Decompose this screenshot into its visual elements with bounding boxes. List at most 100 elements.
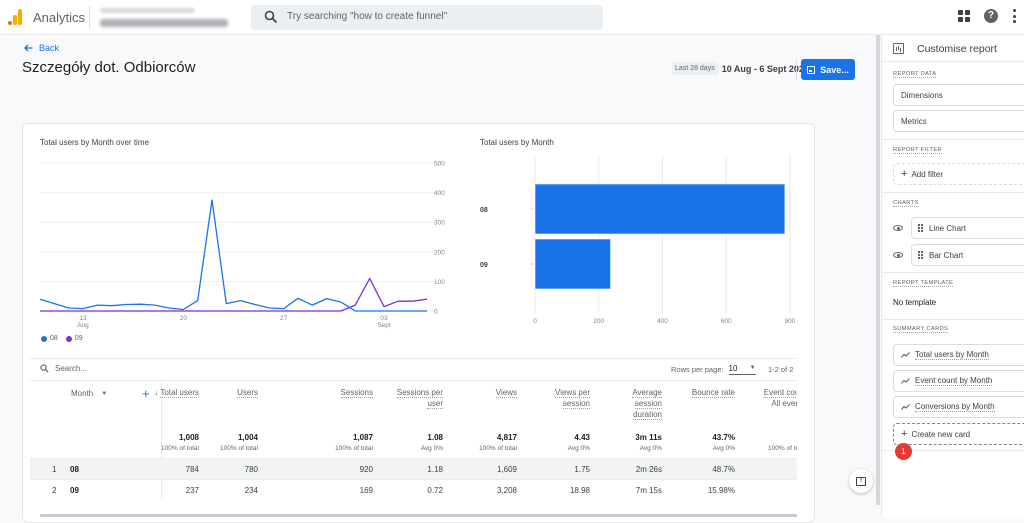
y-tick-label: 500 — [434, 161, 445, 168]
y-tick-label: 100 — [434, 279, 445, 286]
column-header-label: Sessions per user — [397, 388, 443, 409]
column-header-label: Users — [237, 388, 258, 398]
column-header[interactable]: ↓ Total users — [129, 387, 199, 398]
y-category-label: 09 — [480, 262, 488, 269]
section-label-summary-cards: SUMMARY CARDS — [893, 326, 948, 333]
column-header[interactable]: Views — [457, 387, 517, 398]
y-category-label: 08 — [480, 207, 488, 214]
table-search-placeholder: Search... — [55, 364, 87, 373]
table-cell: 3,208 — [457, 486, 517, 495]
chart-item-bar: Bar Chart — [893, 244, 1024, 266]
data-table: Month▼ + ↓ Total usersUsersSessionsSessi… — [30, 381, 797, 499]
dimensions-button[interactable]: Dimensions — [893, 84, 1024, 106]
legend-label: 09 — [75, 335, 83, 342]
x-tick-sublabel: Aug — [77, 322, 89, 329]
summary-card-label: Event count by Month — [915, 376, 992, 386]
search-icon — [40, 364, 49, 373]
create-card-label: Create new card — [911, 430, 970, 439]
x-tick-label: 200 — [593, 318, 604, 325]
column-header-sublabel: All events — [771, 399, 797, 408]
row-index: 1 — [52, 465, 56, 474]
template-value[interactable]: No template — [893, 298, 936, 307]
bar-09 — [535, 239, 611, 289]
summary-card-label: Total users by Month — [915, 350, 989, 360]
step-badge: 1 — [895, 443, 912, 460]
column-total-sub: 100% of total — [746, 445, 797, 452]
y-tick-label: 400 — [434, 190, 445, 197]
legend-label: 08 — [50, 335, 58, 342]
table-cell: 18.98 — [530, 486, 590, 495]
summary-card-total-users[interactable]: Total users by Month — [893, 344, 1024, 366]
vertical-scrollbar[interactable] — [876, 35, 880, 505]
customise-report-icon — [893, 43, 904, 54]
dimension-header-month[interactable]: Month▼ — [71, 389, 107, 398]
chart-item-bar-handle[interactable]: Bar Chart — [911, 244, 1024, 266]
dimensions-label: Dimensions — [901, 91, 943, 100]
column-header[interactable]: Event countAll events — [756, 387, 797, 409]
column-header-label: Sessions — [341, 388, 373, 398]
table-cell: 780 — [198, 465, 258, 474]
table-row[interactable]: 1 08 7847809201.181,6091.752m 26s48.7% — [30, 458, 797, 479]
add-filter-button[interactable]: +Add filter — [893, 163, 1024, 185]
divider — [30, 358, 797, 359]
divider — [882, 272, 1024, 273]
x-tick-label: 400 — [657, 318, 668, 325]
drag-handle-icon — [918, 224, 923, 232]
column-total: 1.08 — [383, 433, 443, 442]
panel-header: Customise report — [882, 35, 1024, 62]
visibility-eye-icon[interactable] — [893, 225, 903, 231]
column-header-label: Total users — [160, 388, 199, 398]
legend-dot — [41, 336, 47, 342]
rows-per-page-label: Rows per page: — [671, 365, 724, 374]
column-header-label: Views per session — [555, 388, 590, 409]
table-cell: 234 — [198, 486, 258, 495]
column-total-sub: 100% of total — [139, 445, 199, 452]
x-tick-label: 03 — [380, 315, 388, 322]
column-header[interactable]: Views per session — [538, 387, 590, 409]
table-row[interactable]: 2 09 2372341690.723,20818.987m 15s15.98% — [30, 479, 797, 499]
legend-item-08[interactable]: 08 — [41, 335, 58, 342]
line-chart-legend: 08 09 — [41, 335, 83, 342]
rows-per-page: Rows per page: 10▼ — [671, 364, 756, 375]
feedback-button[interactable]: ! — [849, 469, 873, 493]
metrics-button[interactable]: Metrics — [893, 110, 1024, 132]
legend-item-09[interactable]: 09 — [66, 335, 83, 342]
chart-item-line-handle[interactable]: Line Chart — [911, 217, 1024, 239]
column-total-sub: 100% of total — [198, 445, 258, 452]
table-cell: 237 — [139, 486, 199, 495]
table-search-input[interactable]: Search... — [40, 364, 87, 373]
summary-card-label: Conversions by Month — [915, 402, 995, 412]
rows-per-page-select[interactable]: 10▼ — [729, 364, 756, 375]
chart-item-line: Line Chart — [893, 217, 1024, 239]
visibility-eye-icon[interactable] — [893, 252, 903, 258]
table-cell: 784 — [139, 465, 199, 474]
column-header[interactable]: Sessions per user — [391, 387, 443, 409]
metrics-label: Metrics — [901, 117, 927, 126]
plus-icon: + — [901, 428, 907, 440]
table-cell: 48.7% — [675, 465, 735, 474]
divider — [882, 192, 1024, 193]
x-tick-label: 27 — [280, 315, 288, 322]
summary-card-event-count[interactable]: Event count by Month — [893, 370, 1024, 392]
column-header-label: Views — [496, 388, 517, 398]
x-tick-sublabel: Sept — [377, 322, 391, 329]
column-header[interactable]: Users — [198, 387, 258, 398]
section-label-charts: CHARTS — [893, 200, 919, 207]
column-header-label: Event count — [764, 388, 797, 398]
chart-item-label: Line Chart — [929, 224, 966, 233]
section-label-report-data: REPORT DATA — [893, 71, 936, 78]
column-total: 4,817 — [457, 433, 517, 442]
table-cell: 7m 15s — [602, 486, 662, 495]
table-cell: 169 — [313, 486, 373, 495]
create-new-card-button[interactable]: + Create new card — [893, 423, 1024, 445]
y-tick-label: 300 — [434, 220, 445, 227]
column-header[interactable]: Average session duration — [620, 387, 662, 420]
table-cell: 2m 26s — [602, 465, 662, 474]
x-tick-label: 0 — [533, 318, 537, 325]
divider — [882, 139, 1024, 140]
summary-card-conversions[interactable]: Conversions by Month — [893, 396, 1024, 418]
column-header[interactable]: Sessions — [313, 387, 373, 398]
column-header[interactable]: Bounce rate — [675, 387, 735, 398]
column-total: 1,004 — [198, 433, 258, 442]
feedback-icon: ! — [856, 477, 866, 486]
